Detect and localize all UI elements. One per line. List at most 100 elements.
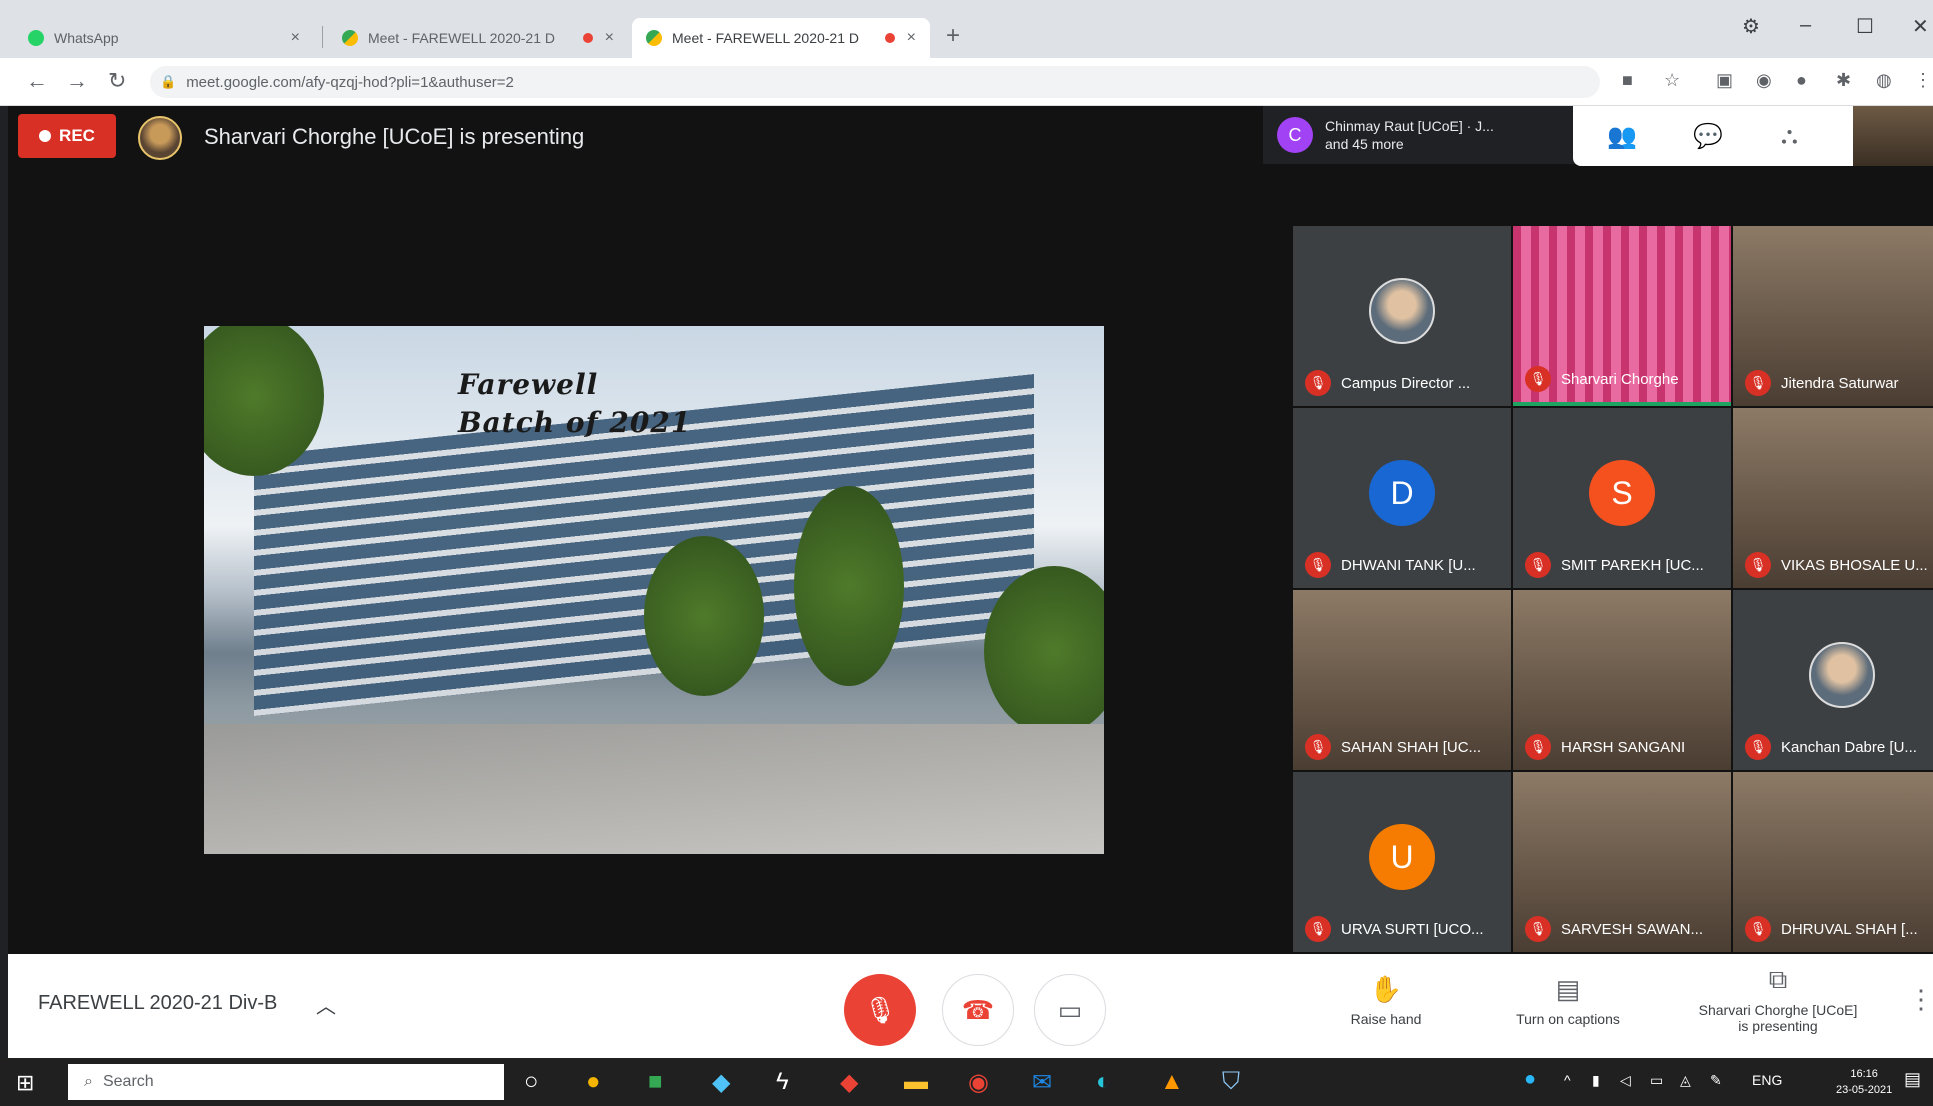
mute-mic-button[interactable]: 🎙 bbox=[844, 974, 916, 1046]
app-icon[interactable]: ⛉ bbox=[1222, 1068, 1240, 1096]
task-view-icon[interactable]: ○ bbox=[524, 1068, 539, 1096]
slide-title: Farewell Batch of 2021 bbox=[458, 366, 691, 442]
taskbar-search[interactable]: ⌕ Search bbox=[68, 1064, 504, 1100]
participant-tile[interactable]: 🎙 DHRUVAL SHAH [... bbox=[1733, 772, 1933, 952]
camera-icon[interactable]: ■ bbox=[1622, 70, 1633, 91]
participant-tile[interactable]: U 🎙 URVA SURTI [UCO... bbox=[1293, 772, 1511, 952]
participants-line2: and 45 more bbox=[1325, 136, 1404, 152]
people-icon[interactable]: 👥 bbox=[1607, 122, 1637, 151]
back-icon[interactable]: ← bbox=[26, 68, 48, 94]
search-icon: ⌕ bbox=[84, 1073, 93, 1090]
whatsapp-icon bbox=[28, 30, 44, 46]
bookmark-star-icon[interactable]: ☆ bbox=[1664, 70, 1680, 91]
presenting-status: Sharvari Chorghe [UCoE] is presenting bbox=[204, 124, 585, 149]
leave-call-button[interactable]: ☎ bbox=[942, 974, 1014, 1046]
tab-whatsapp[interactable]: WhatsApp × bbox=[14, 18, 314, 58]
participant-name: SMIT PAREKH [UC... bbox=[1561, 556, 1704, 574]
avatar[interactable]: ◍ bbox=[1876, 70, 1892, 91]
participant-label: 🎙 SAHAN SHAH [UC... bbox=[1305, 734, 1505, 760]
chrome-icon[interactable]: ◉ bbox=[968, 1068, 989, 1097]
notifications-icon[interactable]: ▤ bbox=[1904, 1069, 1921, 1090]
avatar: D bbox=[1369, 460, 1435, 526]
raise-hand-button[interactable]: ✋ Raise hand bbox=[1296, 974, 1476, 1027]
avatar bbox=[1809, 642, 1875, 708]
meeting-name[interactable]: FAREWELL 2020-21 Div-B bbox=[38, 992, 277, 1015]
tray-mic-icon[interactable]: ▮ bbox=[1592, 1072, 1600, 1089]
app-icon[interactable]: ◆ bbox=[840, 1068, 858, 1097]
participant-tile[interactable]: 🎙 Campus Director ... bbox=[1293, 226, 1511, 406]
maximize-icon[interactable]: ☐ bbox=[1856, 14, 1874, 39]
tray-chevron-icon[interactable]: ^ bbox=[1564, 1072, 1571, 1088]
road-image bbox=[204, 724, 1104, 854]
mic-muted-icon: 🎙 bbox=[1305, 916, 1331, 942]
close-window-icon[interactable]: ✕ bbox=[1912, 14, 1929, 39]
participant-tile[interactable]: 🎙 HARSH SANGANI bbox=[1513, 590, 1731, 770]
windows-start-icon[interactable]: ⊞ bbox=[16, 1070, 34, 1096]
more-options-icon[interactable]: ⋮ bbox=[1908, 984, 1933, 1015]
participant-tile[interactable]: D 🎙 DHWANI TANK [U... bbox=[1293, 408, 1511, 588]
participants-line1: Chinmay Raut [UCoE] · J... bbox=[1325, 118, 1494, 134]
present-button[interactable]: ⧉ Sharvari Chorghe [UCoE] is presenting bbox=[1678, 964, 1878, 1034]
participant-tile[interactable]: 🎙 Sharvari Chorghe bbox=[1513, 226, 1731, 406]
app-icon[interactable]: ◆ bbox=[712, 1068, 730, 1097]
puzzle-icon[interactable]: ✱ bbox=[1836, 70, 1851, 91]
tab-meet-2[interactable]: Meet - FAREWELL 2020-21 D × bbox=[632, 18, 930, 58]
participant-label: 🎙 SMIT PAREKH [UC... bbox=[1525, 552, 1725, 578]
raise-hand-label: Raise hand bbox=[1350, 1011, 1422, 1027]
app-icon[interactable]: ● bbox=[586, 1068, 601, 1096]
language-indicator[interactable]: ENG bbox=[1752, 1072, 1782, 1088]
minimize-icon[interactable]: – bbox=[1800, 14, 1811, 37]
address-bar[interactable]: 🔒 meet.google.com/afy-qzqj-hod?pli=1&aut… bbox=[150, 66, 1600, 98]
url-text: meet.google.com/afy-qzqj-hod?pli=1&authu… bbox=[186, 73, 514, 91]
tab-meet-1[interactable]: Meet - FAREWELL 2020-21 D × bbox=[328, 18, 628, 58]
participants-summary[interactable]: C Chinmay Raut [UCoE] · J... and 45 more bbox=[1263, 106, 1575, 164]
extension-icon[interactable]: ● bbox=[1796, 70, 1807, 91]
profile-icon[interactable]: ⚙ bbox=[1742, 14, 1760, 39]
participant-tile[interactable]: 🎙 SARVESH SAWAN... bbox=[1513, 772, 1731, 952]
close-tab-icon[interactable]: × bbox=[907, 29, 916, 47]
participant-name: VIKAS BHOSALE U... bbox=[1781, 556, 1928, 574]
mail-icon[interactable]: ✉ bbox=[1032, 1068, 1052, 1097]
weather-icon[interactable]: ● bbox=[1524, 1068, 1536, 1091]
app-icon[interactable]: ϟ bbox=[776, 1068, 789, 1096]
tab-separator bbox=[322, 26, 323, 48]
app-icon[interactable]: ■ bbox=[648, 1068, 663, 1096]
chat-icon[interactable]: 💬 bbox=[1693, 122, 1723, 151]
avatar bbox=[1369, 278, 1435, 344]
close-tab-icon[interactable]: × bbox=[291, 29, 300, 47]
captions-button[interactable]: ▤ Turn on captions bbox=[1478, 974, 1658, 1027]
participant-label: 🎙 VIKAS BHOSALE U... bbox=[1745, 552, 1933, 578]
extension-icon[interactable]: ◉ bbox=[1756, 70, 1772, 91]
avatar: U bbox=[1369, 824, 1435, 890]
chevron-up-icon[interactable]: ︿ bbox=[316, 990, 336, 1019]
participant-name: SAHAN SHAH [UC... bbox=[1341, 738, 1482, 756]
reload-icon[interactable]: ↻ bbox=[108, 68, 126, 94]
mic-muted-icon: 🎙 bbox=[1305, 552, 1331, 578]
vlc-icon[interactable]: ▲ bbox=[1160, 1068, 1184, 1096]
participant-tile[interactable]: S 🎙 SMIT PAREKH [UC... bbox=[1513, 408, 1731, 588]
camera-button[interactable]: ▭ bbox=[1034, 974, 1106, 1046]
participant-tile[interactable]: 🎙 Kanchan Dabre [U... bbox=[1733, 590, 1933, 770]
participant-label: 🎙 Jitendra Saturwar bbox=[1745, 370, 1933, 396]
menu-icon[interactable]: ⋮ bbox=[1914, 70, 1932, 91]
mic-off-icon: 🎙 bbox=[863, 994, 897, 1025]
new-tab-button[interactable]: + bbox=[946, 22, 960, 50]
system-clock[interactable]: 16:16 23-05-2021 bbox=[1836, 1066, 1892, 1098]
edge-icon[interactable]: ◐ bbox=[1096, 1068, 1111, 1096]
participant-name: URVA SURTI [UCO... bbox=[1341, 920, 1484, 938]
pen-icon[interactable]: ✎ bbox=[1710, 1072, 1722, 1089]
volume-icon[interactable]: ◁ bbox=[1620, 1072, 1631, 1089]
activities-icon[interactable]: ⛬ bbox=[1781, 122, 1798, 150]
mic-muted-icon: 🎙 bbox=[1745, 916, 1771, 942]
participant-tile[interactable]: 🎙 Jitendra Saturwar bbox=[1733, 226, 1933, 406]
participant-tile[interactable]: 🎙 SAHAN SHAH [UC... bbox=[1293, 590, 1511, 770]
meet-icon bbox=[342, 30, 358, 46]
forward-icon[interactable]: → bbox=[66, 68, 88, 94]
file-explorer-icon[interactable]: ▬ bbox=[904, 1068, 928, 1096]
participant-tile[interactable]: 🎙 VIKAS BHOSALE U... bbox=[1733, 408, 1933, 588]
close-tab-icon[interactable]: × bbox=[605, 29, 614, 47]
battery-icon[interactable]: ▭ bbox=[1650, 1072, 1663, 1089]
extension-icon[interactable]: ▣ bbox=[1716, 70, 1733, 91]
self-view-thumbnail[interactable] bbox=[1853, 106, 1933, 166]
network-icon[interactable]: ◬ bbox=[1680, 1072, 1691, 1089]
